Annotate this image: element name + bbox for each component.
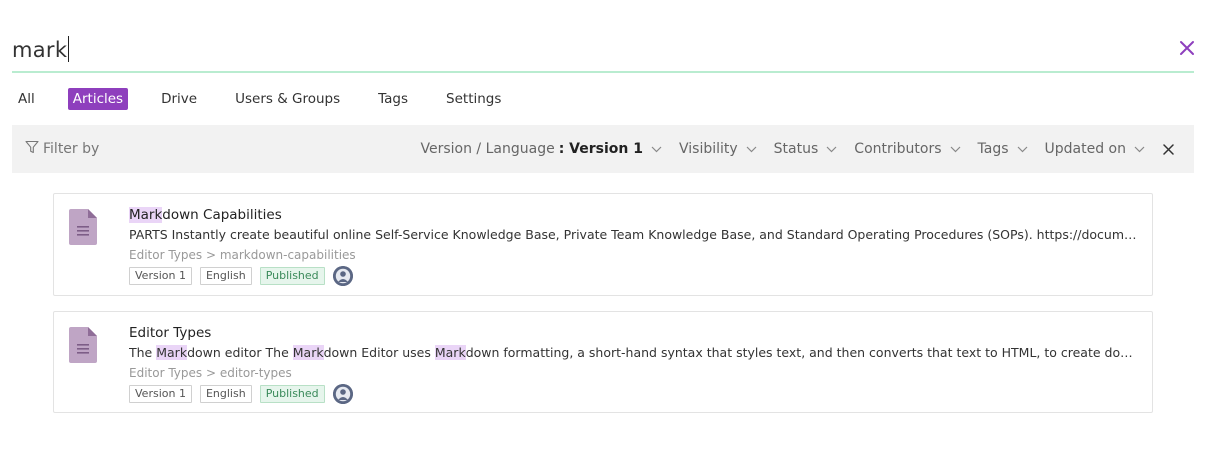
snippet-text: down editor The (187, 345, 293, 360)
tab-drive[interactable]: Drive (156, 88, 202, 110)
version-language-filter[interactable]: Version / Language : Version 1 (421, 141, 662, 157)
chevron-down-icon (942, 141, 961, 157)
text-caret (68, 36, 70, 62)
chevron-down-icon (818, 141, 837, 157)
filter-icon (25, 140, 43, 158)
result-snippet: The Markdown editor The Markdown Editor … (129, 344, 1139, 362)
result-path: Editor Types > editor-types (129, 366, 292, 380)
article-document-icon (69, 209, 97, 249)
result-path: Editor Types > markdown-capabilities (129, 248, 356, 262)
result-title[interactable]: Editor Types (129, 324, 1139, 342)
status-label: Status (773, 141, 819, 157)
status-badge: Published (259, 267, 325, 285)
search-highlight: Mark (434, 345, 466, 360)
result-title[interactable]: Markdown Capabilities (129, 206, 1139, 224)
filter-by-label: Filter by (43, 141, 100, 157)
chevron-down-icon (738, 141, 757, 157)
visibility-label: Visibility (678, 141, 738, 157)
clear-filters-icon[interactable] (1163, 143, 1174, 155)
search-query: mark (12, 38, 68, 62)
snippet-text: The (129, 345, 157, 360)
search-result-card[interactable]: Markdown Capabilities PARTS Instantly cr… (53, 193, 1153, 296)
status-filter[interactable]: Status (774, 141, 838, 157)
filter-options: Version / Language : Version 1 Visibilit… (404, 141, 1175, 157)
language-badge: English (199, 385, 252, 403)
contributors-filter[interactable]: Contributors (854, 141, 960, 157)
search-bar: mark (12, 28, 1194, 73)
version-language-value: : Version 1 (558, 141, 643, 157)
tags-label: Tags (977, 141, 1009, 157)
chevron-down-icon (1009, 141, 1028, 157)
tab-tags[interactable]: Tags (373, 88, 413, 110)
contributors-label: Contributors (854, 141, 942, 157)
snippet-text: down Editor uses (323, 345, 435, 360)
search-highlight: Mark (156, 345, 188, 360)
tab-users-groups[interactable]: Users & Groups (230, 88, 345, 110)
snippet-text: down formatting, a short-hand syntax tha… (465, 345, 1139, 360)
version-language-label: Version / Language (420, 141, 555, 157)
user-icon (332, 266, 353, 286)
tab-settings[interactable]: Settings (441, 88, 506, 110)
updated-on-label: Updated on (1044, 141, 1126, 157)
tab-articles[interactable]: Articles (67, 88, 129, 110)
result-type-tabs: All Articles Drive Users & Groups Tags S… (12, 87, 534, 111)
user-icon (332, 384, 353, 404)
tab-all[interactable]: All (12, 88, 40, 110)
language-badge: English (199, 267, 252, 285)
search-highlight: Mark (292, 345, 324, 360)
status-badge: Published (259, 385, 325, 403)
search-highlight: Mark (129, 207, 163, 223)
result-body: Editor Types The Markdown editor The Mar… (129, 324, 1139, 404)
filter-by-button[interactable]: Filter by (25, 140, 99, 158)
contributor-avatar[interactable] (332, 384, 353, 404)
search-input[interactable]: mark (12, 36, 70, 62)
result-title-rest: down Capabilities (162, 207, 282, 223)
search-result-card[interactable]: Editor Types The Markdown editor The Mar… (53, 311, 1153, 413)
contributor-avatar[interactable] (332, 266, 353, 286)
updated-on-filter[interactable]: Updated on (1045, 141, 1145, 157)
filter-bar: Filter by Version / Language : Version 1… (12, 125, 1194, 173)
visibility-filter[interactable]: Visibility (679, 141, 757, 157)
chevron-down-icon (643, 141, 662, 157)
chevron-down-icon (1126, 141, 1145, 157)
result-body: Markdown Capabilities PARTS Instantly cr… (129, 206, 1139, 286)
close-icon[interactable] (1178, 39, 1196, 57)
result-badges: Version 1 English Published (129, 266, 1139, 286)
version-badge: Version 1 (129, 267, 192, 285)
article-document-icon (69, 327, 97, 367)
result-badges: Version 1 English Published (129, 384, 1139, 404)
version-badge: Version 1 (129, 385, 192, 403)
result-snippet: PARTS Instantly create beautiful online … (129, 227, 1139, 242)
tags-filter[interactable]: Tags (978, 141, 1028, 157)
